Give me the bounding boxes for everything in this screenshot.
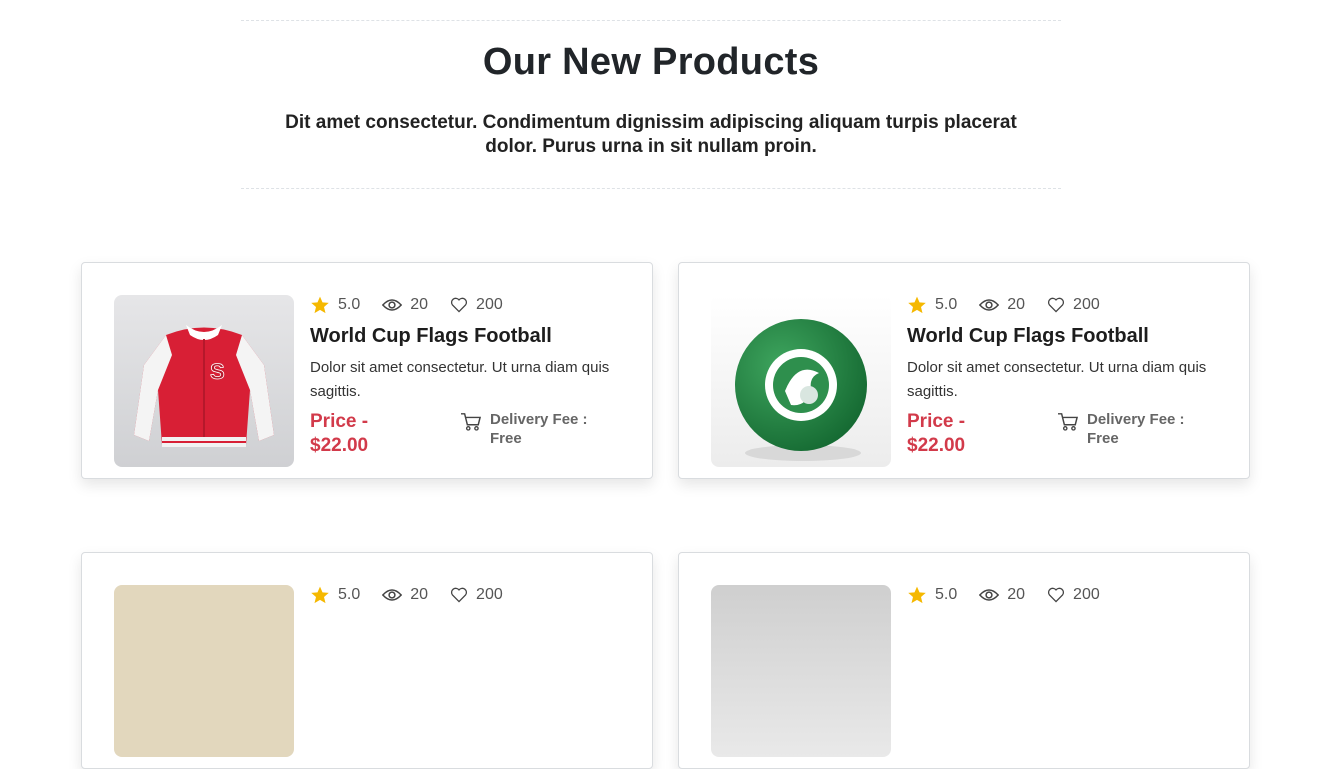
likes-count: 200 <box>1073 586 1100 603</box>
likes[interactable]: 200 <box>1047 586 1100 604</box>
product-price: Price - $22.00 <box>907 411 966 456</box>
rating: 5.0 <box>907 585 957 605</box>
views: 20 <box>382 296 428 314</box>
likes[interactable]: 200 <box>1047 296 1100 314</box>
product-image-jacket[interactable]: S <box>114 295 294 467</box>
product-price: Price - $22.00 <box>310 411 369 456</box>
product-description: Dolor sit amet consectetur. Ut urna diam… <box>907 359 1207 400</box>
rating-value: 5.0 <box>935 586 958 603</box>
views: 20 <box>382 586 428 604</box>
delivery-info: Delivery Fee : Free <box>1057 410 1197 448</box>
rating-value: 5.0 <box>338 296 361 313</box>
eye-icon <box>382 299 403 311</box>
star-icon <box>311 586 329 604</box>
heart-icon[interactable] <box>450 587 468 603</box>
product-card[interactable]: 5.0 20 200 <box>678 552 1250 769</box>
section-subtitle: Dit amet consectetur. Condimentum dignis… <box>285 112 1017 157</box>
heart-icon[interactable] <box>450 297 468 313</box>
product-title[interactable]: World Cup Flags Football <box>310 325 630 348</box>
heart-icon[interactable] <box>1047 297 1065 313</box>
likes-count: 200 <box>1073 296 1100 313</box>
delivery-fee: Delivery Fee : Free <box>490 411 588 447</box>
eye-icon <box>382 589 403 601</box>
star-icon <box>908 296 926 314</box>
product-image-beige[interactable] <box>114 585 294 757</box>
product-description: Dolor sit amet consectetur. Ut urna diam… <box>310 359 610 400</box>
product-card[interactable]: S 5.0 20 200 World Cup Flags Football Do… <box>81 262 653 479</box>
delivery-info: Delivery Fee : Free <box>460 410 600 448</box>
views: 20 <box>979 296 1025 314</box>
views-count: 20 <box>1007 586 1026 603</box>
star-icon <box>311 296 329 314</box>
rating: 5.0 <box>310 585 360 605</box>
eye-icon <box>979 589 1000 601</box>
rating: 5.0 <box>310 295 360 315</box>
rating-value: 5.0 <box>338 586 361 603</box>
likes-count: 200 <box>476 586 503 603</box>
heart-icon[interactable] <box>1047 587 1065 603</box>
cart-icon <box>461 413 482 431</box>
svg-text:S: S <box>210 359 225 384</box>
views: 20 <box>979 586 1025 604</box>
views-count: 20 <box>410 296 429 313</box>
star-icon <box>908 586 926 604</box>
likes[interactable]: 200 <box>450 296 503 314</box>
eye-icon <box>979 299 1000 311</box>
product-image-football[interactable] <box>711 295 891 467</box>
rating-value: 5.0 <box>935 296 958 313</box>
rating: 5.0 <box>907 295 957 315</box>
delivery-fee: Delivery Fee : Free <box>1087 411 1185 447</box>
views-count: 20 <box>410 586 429 603</box>
cart-icon <box>1058 413 1079 431</box>
product-title[interactable]: World Cup Flags Football <box>907 325 1227 348</box>
section-title: Our New Products <box>482 41 820 83</box>
product-image-grey[interactable] <box>711 585 891 757</box>
likes-count: 200 <box>476 296 503 313</box>
views-count: 20 <box>1007 296 1026 313</box>
product-card[interactable]: 5.0 20 200 <box>81 552 653 769</box>
likes[interactable]: 200 <box>450 586 503 604</box>
product-card[interactable]: 5.0 20 200 World Cup Flags Football Dolo… <box>678 262 1250 479</box>
section-header: Our New Products Dit amet consectetur. C… <box>241 20 1061 189</box>
